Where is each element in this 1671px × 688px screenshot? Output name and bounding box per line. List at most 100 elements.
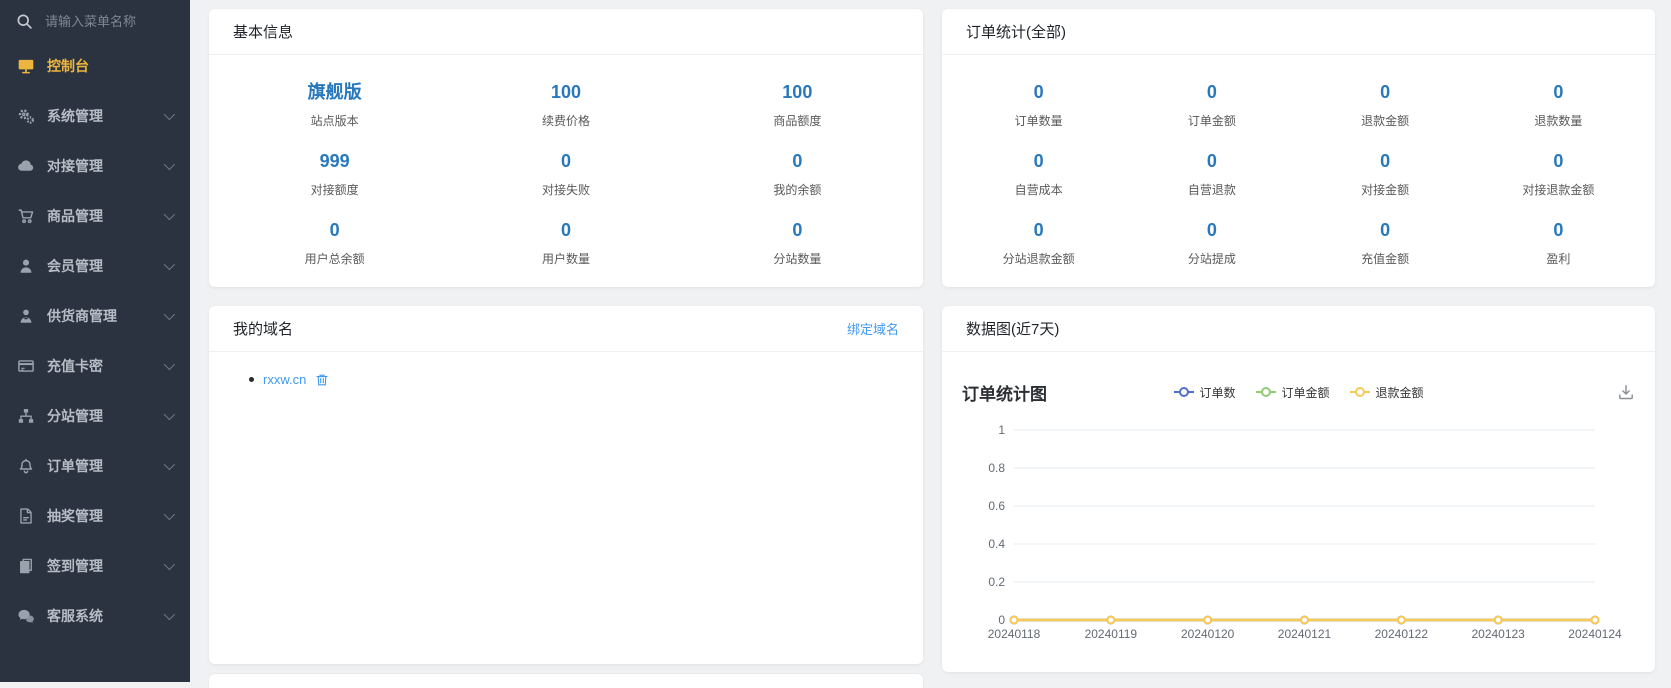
bind-domain-link[interactable]: 绑定域名 bbox=[847, 319, 899, 338]
chevron-down-icon bbox=[164, 109, 175, 120]
stat-value: 0 bbox=[682, 151, 913, 171]
sidebar-item[interactable]: 分站管理 bbox=[0, 391, 190, 441]
credit-card-icon bbox=[17, 357, 35, 375]
stat-label: 订单金额 bbox=[1125, 112, 1298, 129]
stat-label: 我的余额 bbox=[682, 181, 913, 198]
svg-text:20240123: 20240123 bbox=[1471, 627, 1525, 641]
stat-value: 0 bbox=[1125, 82, 1298, 102]
svg-text:20240122: 20240122 bbox=[1375, 627, 1429, 641]
legend-label: 退款金额 bbox=[1376, 384, 1424, 401]
gears-icon bbox=[17, 107, 35, 125]
sidebar-item[interactable]: 供货商管理 bbox=[0, 291, 190, 341]
legend-item[interactable]: 退款金额 bbox=[1350, 384, 1424, 401]
trash-icon[interactable] bbox=[315, 373, 329, 387]
stat-cell: 0 用户总余额 bbox=[219, 220, 450, 267]
stat-label: 对接金额 bbox=[1299, 181, 1472, 198]
stat-cell: 0 分站退款金额 bbox=[952, 220, 1125, 267]
sidebar-item[interactable]: 抽奖管理 bbox=[0, 491, 190, 541]
chevron-down-icon bbox=[164, 359, 175, 370]
stat-label: 对接额度 bbox=[219, 181, 450, 198]
svg-text:20240118: 20240118 bbox=[988, 627, 1041, 641]
sidebar-item-label: 抽奖管理 bbox=[47, 506, 103, 526]
card-title: 我的域名 bbox=[233, 318, 293, 339]
stat-label: 订单数量 bbox=[952, 112, 1125, 129]
cloud-icon bbox=[17, 157, 35, 175]
legend-marker-icon bbox=[1173, 391, 1193, 393]
stat-cell: 旗舰版 站点版本 bbox=[219, 82, 450, 129]
stat-cell: 0 对接失败 bbox=[450, 151, 681, 198]
sidebar-item[interactable]: 系统管理 bbox=[0, 91, 190, 141]
stat-label: 充值金额 bbox=[1299, 250, 1472, 267]
stat-cell: 0 分站提成 bbox=[1125, 220, 1298, 267]
stat-label: 盈利 bbox=[1472, 250, 1645, 267]
sidebar-item-label: 对接管理 bbox=[47, 156, 103, 176]
main-content: 基本信息 旗舰版 站点版本 100 续费价格 100 商品额度 999 对接额度 bbox=[190, 0, 1671, 682]
stat-cell: 0 订单金额 bbox=[1125, 82, 1298, 129]
supplier-icon bbox=[17, 307, 35, 325]
stat-value: 0 bbox=[1125, 220, 1298, 240]
sidebar-item-label: 系统管理 bbox=[47, 106, 103, 126]
domain-link[interactable]: rxxw.cn bbox=[263, 372, 306, 387]
stat-cell: 0 分站数量 bbox=[682, 220, 913, 267]
search-icon bbox=[16, 13, 33, 30]
stat-value: 0 bbox=[1472, 151, 1645, 171]
sidebar-item-label: 客服系统 bbox=[47, 606, 103, 626]
sidebar-item-label: 分站管理 bbox=[47, 406, 103, 426]
stat-label: 分站提成 bbox=[1125, 250, 1298, 267]
sidebar-item[interactable]: 商品管理 bbox=[0, 191, 190, 241]
svg-text:0.8: 0.8 bbox=[988, 461, 1005, 475]
menu-search bbox=[0, 0, 190, 41]
legend-item[interactable]: 订单数 bbox=[1173, 384, 1235, 401]
stat-label: 续费价格 bbox=[450, 112, 681, 129]
legend-label: 订单数 bbox=[1199, 384, 1235, 401]
stat-label: 退款金额 bbox=[1299, 112, 1472, 129]
chevron-down-icon bbox=[164, 309, 175, 320]
stat-value: 0 bbox=[450, 151, 681, 171]
stat-label: 对接退款金额 bbox=[1472, 181, 1645, 198]
sidebar-item[interactable]: 会员管理 bbox=[0, 241, 190, 291]
legend-item[interactable]: 订单金额 bbox=[1255, 384, 1329, 401]
sidebar-item[interactable]: 签到管理 bbox=[0, 541, 190, 591]
sidebar-item[interactable]: 控制台 bbox=[0, 41, 190, 91]
stat-value: 0 bbox=[1299, 82, 1472, 102]
lottery-file-icon bbox=[17, 507, 35, 525]
svg-text:0.2: 0.2 bbox=[988, 575, 1005, 589]
chevron-down-icon bbox=[164, 509, 175, 520]
svg-text:20240119: 20240119 bbox=[1085, 627, 1138, 641]
search-input[interactable] bbox=[43, 13, 176, 30]
stat-label: 商品额度 bbox=[682, 112, 913, 129]
domain-list: rxxw.cn bbox=[233, 372, 899, 387]
sidebar-item[interactable]: 订单管理 bbox=[0, 441, 190, 491]
svg-text:0: 0 bbox=[998, 613, 1005, 627]
next-card-peek bbox=[209, 674, 923, 688]
stat-value: 0 bbox=[219, 220, 450, 240]
sidebar-item-label: 签到管理 bbox=[47, 556, 103, 576]
stat-value: 0 bbox=[1472, 220, 1645, 240]
chevron-down-icon bbox=[164, 259, 175, 270]
basic-info-stats: 旗舰版 站点版本 100 续费价格 100 商品额度 999 对接额度 0 对接… bbox=[209, 55, 923, 285]
svg-text:20240124: 20240124 bbox=[1568, 627, 1622, 641]
stat-value: 0 bbox=[682, 220, 913, 240]
stat-cell: 999 对接额度 bbox=[219, 151, 450, 198]
legend-marker-icon bbox=[1350, 391, 1370, 393]
stat-value: 100 bbox=[682, 82, 913, 102]
download-icon[interactable] bbox=[1617, 383, 1635, 401]
stat-label: 用户总余额 bbox=[219, 250, 450, 267]
sidebar-item[interactable]: 充值卡密 bbox=[0, 341, 190, 391]
chart-head: 订单统计图 订单数 订单金额 退款金额 bbox=[962, 380, 1635, 404]
stat-value: 0 bbox=[1299, 151, 1472, 171]
sidebar-item-label: 会员管理 bbox=[47, 256, 103, 276]
stat-cell: 0 盈利 bbox=[1472, 220, 1645, 267]
order-stats-header: 订单统计(全部) bbox=[942, 9, 1655, 55]
stat-value: 0 bbox=[952, 151, 1125, 171]
sidebar-item[interactable]: 对接管理 bbox=[0, 141, 190, 191]
sidebar-item[interactable]: 客服系统 bbox=[0, 591, 190, 641]
stat-value: 0 bbox=[1125, 151, 1298, 171]
svg-text:0.4: 0.4 bbox=[988, 537, 1005, 551]
stat-value: 0 bbox=[952, 220, 1125, 240]
svg-text:20240121: 20240121 bbox=[1278, 627, 1332, 641]
svg-text:0.6: 0.6 bbox=[988, 499, 1005, 513]
domain-list-item: rxxw.cn bbox=[233, 372, 899, 387]
stat-cell: 0 自营成本 bbox=[952, 151, 1125, 198]
basic-info-header: 基本信息 bbox=[209, 9, 923, 55]
